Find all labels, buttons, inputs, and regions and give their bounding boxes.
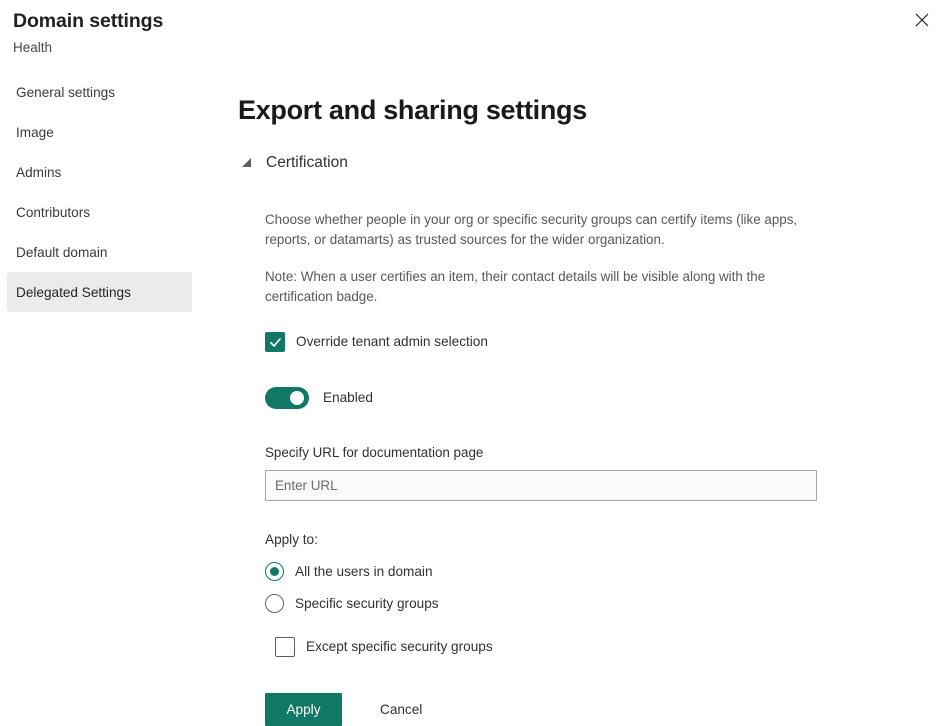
url-input[interactable] bbox=[265, 470, 817, 501]
radio-label: Specific security groups bbox=[295, 595, 439, 613]
toggle-label: Enabled bbox=[323, 389, 373, 407]
enabled-toggle[interactable]: Enabled bbox=[265, 387, 938, 409]
sidebar-item-general-settings[interactable]: General settings bbox=[7, 72, 192, 112]
radio-unselected-icon bbox=[265, 594, 284, 613]
radio-label: All the users in domain bbox=[295, 563, 433, 581]
checkbox-unchecked-icon bbox=[275, 637, 295, 657]
section-description: Choose whether people in your org or spe… bbox=[265, 210, 818, 249]
except-security-groups-checkbox[interactable]: Except specific security groups bbox=[275, 637, 938, 657]
content-title: Export and sharing settings bbox=[238, 0, 938, 128]
toggle-knob bbox=[290, 391, 304, 405]
settings-sidebar: General settings Image Admins Contributo… bbox=[0, 72, 200, 312]
sidebar-item-image[interactable]: Image bbox=[7, 112, 192, 152]
sidebar-item-label: Contributors bbox=[16, 205, 90, 220]
radio-selected-icon bbox=[265, 562, 284, 581]
checkbox-label: Except specific security groups bbox=[306, 638, 493, 656]
checkbox-label: Override tenant admin selection bbox=[296, 333, 488, 351]
sidebar-item-label: Admins bbox=[16, 165, 61, 180]
caret-expanded-icon bbox=[240, 156, 254, 170]
section-title: Certification bbox=[266, 153, 348, 173]
sidebar-item-label: Delegated Settings bbox=[16, 285, 131, 300]
certification-section-body: Choose whether people in your org or spe… bbox=[238, 210, 938, 726]
sidebar-item-contributors[interactable]: Contributors bbox=[7, 192, 192, 232]
override-tenant-admin-checkbox[interactable]: Override tenant admin selection bbox=[265, 332, 938, 352]
radio-dot bbox=[270, 567, 279, 576]
certification-section-toggle[interactable]: Certification bbox=[238, 153, 438, 173]
sidebar-item-default-domain[interactable]: Default domain bbox=[7, 232, 192, 272]
cancel-button[interactable]: Cancel bbox=[380, 702, 422, 717]
section-note: Note: When a user certifies an item, the… bbox=[265, 267, 818, 306]
sidebar-item-label: General settings bbox=[16, 85, 115, 100]
radio-all-users-in-domain[interactable]: All the users in domain bbox=[265, 562, 938, 581]
main-content: Export and sharing settings Certificatio… bbox=[238, 0, 938, 726]
checkbox-checked-icon bbox=[265, 332, 285, 352]
sidebar-item-delegated-settings[interactable]: Delegated Settings bbox=[7, 272, 192, 312]
sidebar-item-label: Image bbox=[16, 125, 54, 140]
sidebar-item-label: Default domain bbox=[16, 245, 107, 260]
toggle-switch-on bbox=[265, 387, 309, 409]
url-field-label: Specify URL for documentation page bbox=[265, 444, 938, 462]
apply-to-label: Apply to: bbox=[265, 531, 938, 549]
radio-specific-security-groups[interactable]: Specific security groups bbox=[265, 594, 938, 613]
sidebar-item-admins[interactable]: Admins bbox=[7, 152, 192, 192]
